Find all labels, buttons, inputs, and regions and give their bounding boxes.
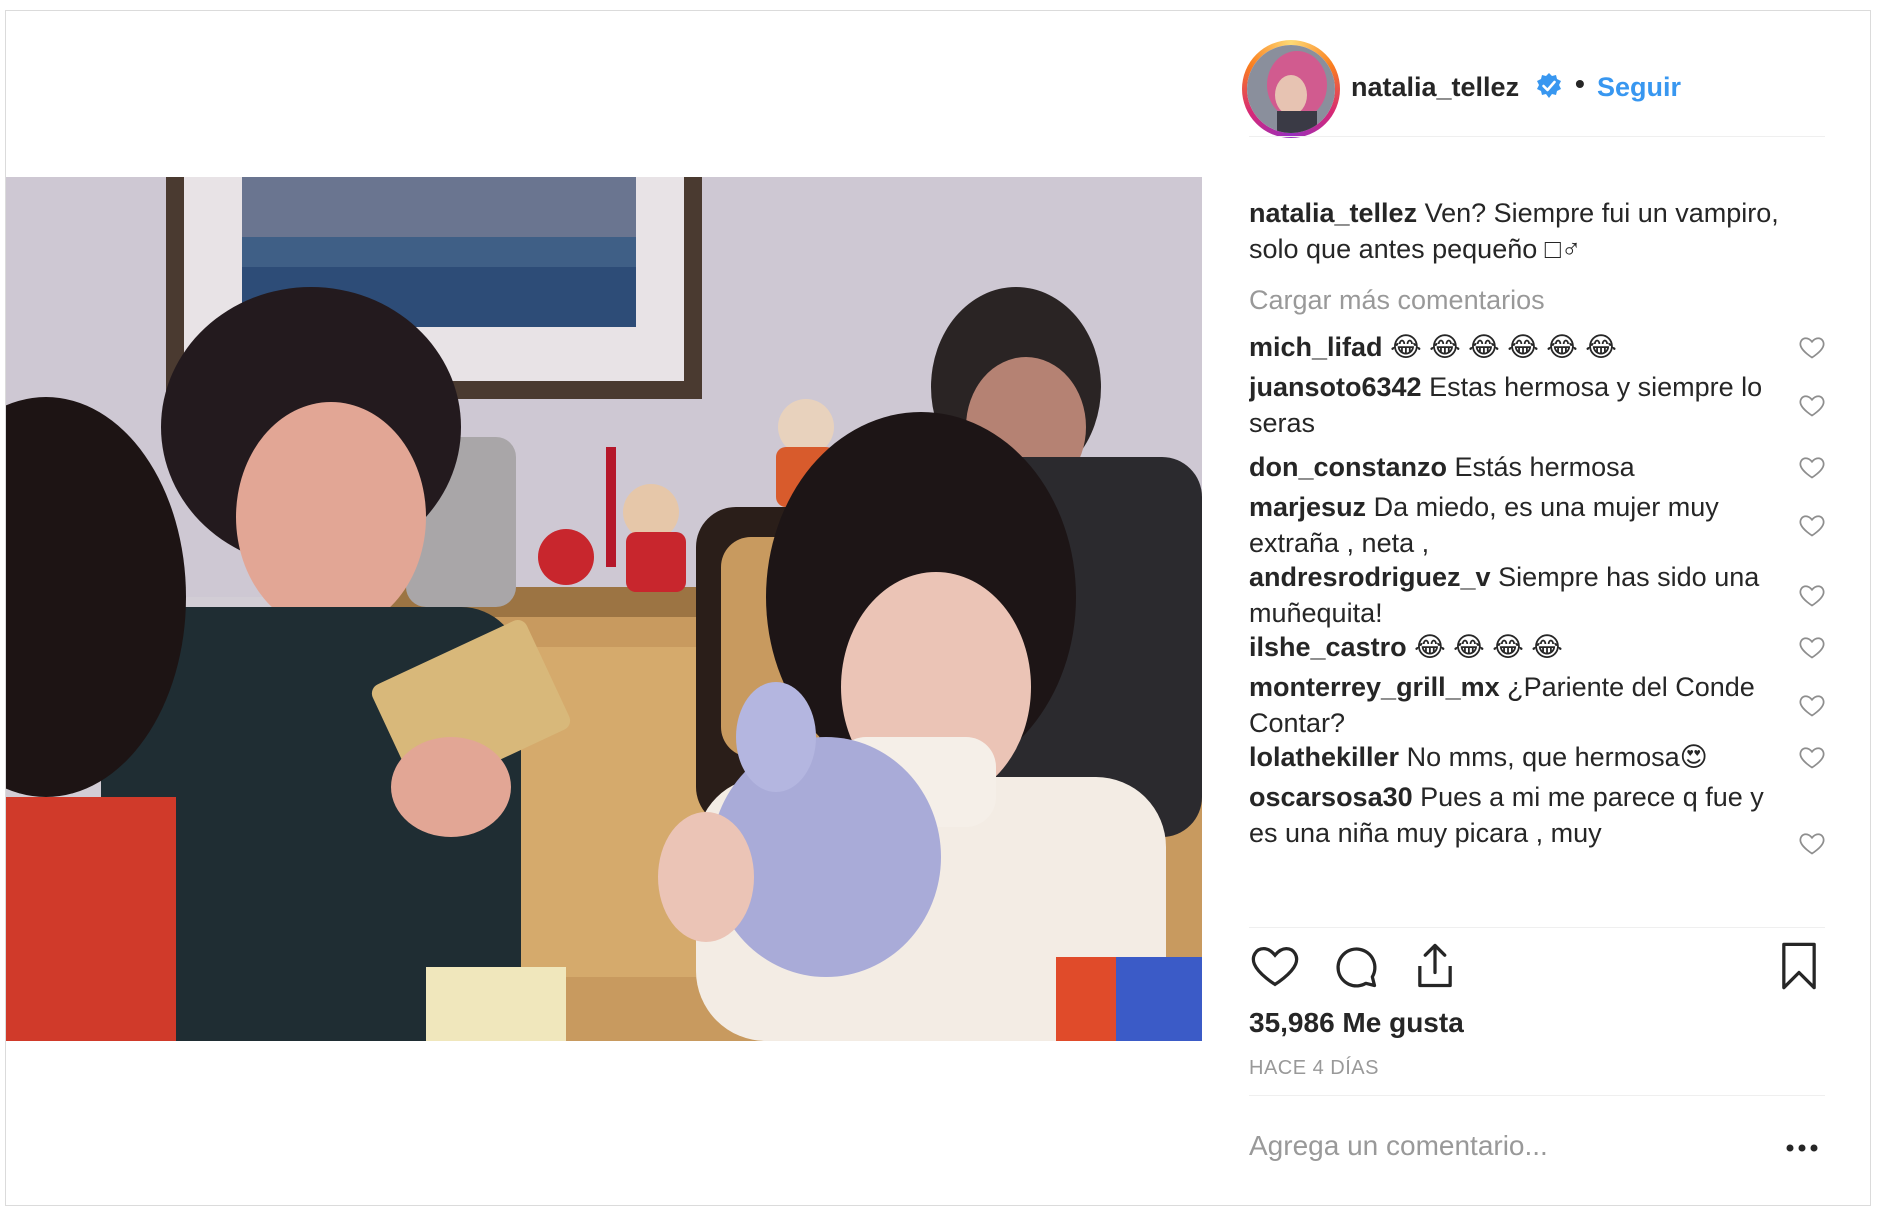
comment-username[interactable]: andresrodriguez_v bbox=[1249, 562, 1491, 592]
more-options-icon[interactable] bbox=[1785, 1142, 1819, 1154]
comments-divider bbox=[1249, 927, 1825, 928]
comment-like-heart-icon[interactable] bbox=[1798, 633, 1825, 661]
comment-item: oscarsosa30 Pues a mi me parece q fue y … bbox=[1249, 779, 1779, 851]
header-divider bbox=[1249, 136, 1825, 137]
comment-like-heart-icon[interactable] bbox=[1798, 511, 1825, 539]
add-comment-input[interactable] bbox=[1249, 1130, 1729, 1162]
comment-like-heart-icon[interactable] bbox=[1798, 581, 1825, 609]
comment-like-heart-icon[interactable] bbox=[1798, 453, 1825, 481]
post-photo[interactable] bbox=[6, 177, 1202, 1041]
story-ring[interactable] bbox=[1242, 40, 1340, 138]
comment-username[interactable]: don_constanzo bbox=[1249, 452, 1447, 482]
comment-username[interactable]: mich_lifad bbox=[1249, 332, 1383, 362]
comment-icon[interactable] bbox=[1329, 940, 1381, 992]
comment-item: lolathekiller No mms, que hermosa😍 bbox=[1249, 739, 1779, 775]
bookmark-icon[interactable] bbox=[1773, 940, 1825, 992]
comment-item: monterrey_grill_mx ¿Pariente del Conde C… bbox=[1249, 669, 1779, 741]
comment-username[interactable]: marjesuz bbox=[1249, 492, 1366, 522]
caption-username[interactable]: natalia_tellez bbox=[1249, 198, 1417, 228]
avatar[interactable] bbox=[1247, 45, 1335, 133]
comment-item: juansoto6342 Estas hermosa y siempre lo … bbox=[1249, 369, 1779, 441]
comment-username[interactable]: ilshe_castro bbox=[1249, 632, 1407, 662]
comment-username[interactable]: juansoto6342 bbox=[1249, 372, 1422, 402]
comment-emoji: 😂 😂 😂 😂 bbox=[1414, 632, 1563, 662]
follow-button[interactable]: Seguir bbox=[1597, 72, 1681, 103]
separator-dot: • bbox=[1575, 68, 1585, 99]
verified-badge-icon bbox=[1537, 73, 1561, 98]
comment-item: don_constanzo Estás hermosa bbox=[1249, 449, 1779, 485]
post-timestamp[interactable]: HACE 4 DÍAS bbox=[1249, 1057, 1379, 1080]
comment-like-heart-icon[interactable] bbox=[1798, 743, 1825, 771]
comment-item: mich_lifad 😂 😂 😂 😂 😂 😂 bbox=[1249, 329, 1779, 365]
comment-like-heart-icon[interactable] bbox=[1798, 333, 1825, 361]
photo-illustration bbox=[6, 177, 1202, 1041]
post-caption: natalia_tellez Ven? Siempre fui un vampi… bbox=[1249, 195, 1819, 267]
comment-username[interactable]: oscarsosa30 bbox=[1249, 782, 1413, 812]
comment-text: No mms, que hermosa😍 bbox=[1406, 742, 1708, 772]
comments-list[interactable]: natalia_tellez Ven? Siempre fui un vampi… bbox=[1249, 195, 1825, 927]
likes-count[interactable]: 35,986 Me gusta bbox=[1249, 1007, 1464, 1039]
heart-icon[interactable] bbox=[1249, 940, 1301, 992]
post-username[interactable]: natalia_tellez bbox=[1351, 72, 1519, 103]
comment-like-heart-icon[interactable] bbox=[1798, 391, 1825, 419]
action-bar bbox=[1249, 940, 1825, 996]
load-more-comments-button[interactable]: Cargar más comentarios bbox=[1249, 285, 1545, 316]
comment-username[interactable]: lolathekiller bbox=[1249, 742, 1399, 772]
comment-item: marjesuz Da miedo, es una mujer muy extr… bbox=[1249, 489, 1779, 561]
footer-divider bbox=[1249, 1095, 1825, 1096]
share-icon[interactable] bbox=[1409, 940, 1461, 992]
post-side-panel: natalia_tellez • Seguir natalia_tellez V… bbox=[1242, 10, 1826, 1206]
comment-item: ilshe_castro 😂 😂 😂 😂 bbox=[1249, 629, 1779, 665]
comment-emoji: 😂 😂 😂 😂 😂 😂 bbox=[1390, 332, 1617, 362]
comment-item: andresrodriguez_v Siempre has sido una m… bbox=[1249, 559, 1779, 631]
comment-username[interactable]: monterrey_grill_mx bbox=[1249, 672, 1500, 702]
avatar-picture bbox=[1247, 45, 1335, 133]
comment-like-heart-icon[interactable] bbox=[1798, 691, 1825, 719]
comment-like-heart-icon[interactable] bbox=[1798, 829, 1825, 857]
comment-text: Estás hermosa bbox=[1454, 452, 1635, 482]
